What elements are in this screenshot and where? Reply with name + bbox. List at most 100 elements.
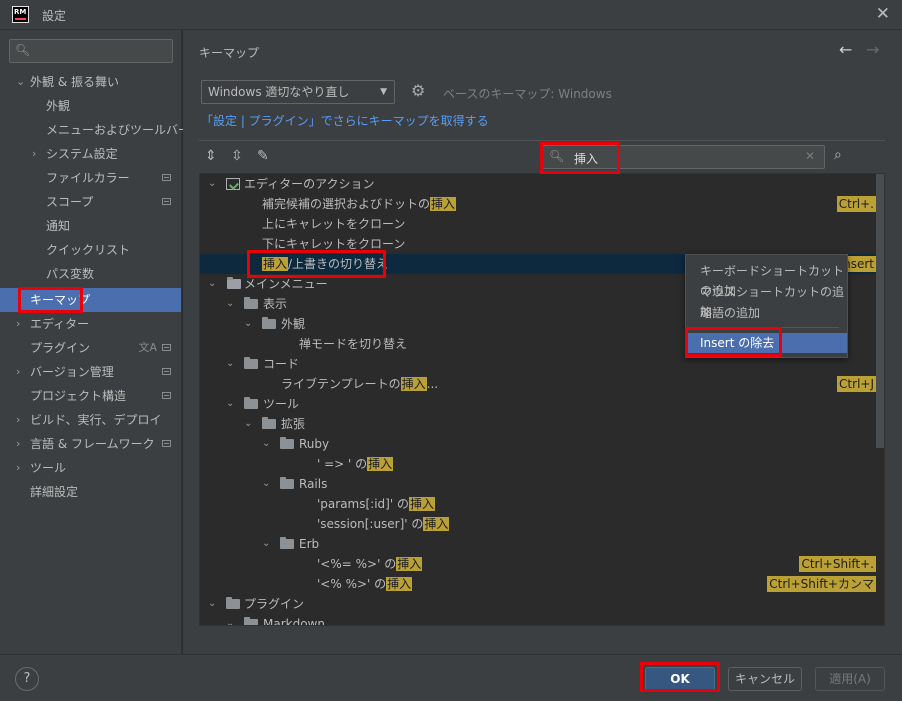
sidebar-item-advanced-settings[interactable]: 詳細設定 (0, 480, 181, 504)
sidebar-item-build-execution[interactable]: › ビルド、実行、デプロイ (0, 408, 181, 432)
search-icon: 🔍︎ (15, 43, 31, 57)
sidebar-item-tools[interactable]: › ツール (0, 456, 181, 480)
folder-icon (280, 477, 294, 489)
project-level-icon (162, 344, 171, 351)
tree-folder-row[interactable]: ⌄ Ruby (200, 434, 876, 454)
tree-folder-row[interactable]: ⌄ Markdown (200, 614, 876, 625)
sidebar-item-label: バージョン管理 (30, 365, 114, 379)
divider (199, 140, 885, 141)
sidebar-item-appearance-behavior[interactable]: ⌄ 外観 & 振る舞い (0, 70, 181, 94)
chevron-down-icon: ⌄ (16, 75, 26, 88)
search-value: 挿入 (574, 152, 599, 166)
action-search-input[interactable]: 🔍︎ 挿入 ✕ (542, 145, 825, 169)
cancel-button[interactable]: キャンセル (728, 667, 802, 691)
search-highlight: 挿入 (367, 457, 394, 471)
sidebar-item-project-structure[interactable]: プロジェクト構造 (0, 384, 181, 408)
sidebar-search-input[interactable]: 🔍︎ (9, 39, 173, 63)
gear-icon[interactable]: ⚙ (411, 81, 425, 100)
tree-action-row[interactable]: 上にキャレットをクローン (200, 214, 876, 234)
settings-sidebar: 🔍︎ ⌄ 外観 & 振る舞い 外観 メニューおよびツールバー › システム設定 … (0, 30, 190, 654)
sidebar-item-keymap[interactable]: キーマップ (0, 288, 181, 312)
sidebar-item-label: メニューおよびツールバー (46, 123, 191, 137)
sidebar-item-label: キーマップ (30, 293, 91, 307)
find-by-shortcut-icon[interactable]: ⌕ (834, 147, 842, 163)
apply-button[interactable]: 適用(A) (815, 667, 885, 691)
clear-icon[interactable]: ✕ (805, 149, 815, 163)
back-arrow-icon[interactable]: ← (839, 40, 852, 59)
ok-button[interactable]: OK (645, 667, 715, 691)
search-highlight: 挿入 (423, 517, 450, 531)
tree-folder-row[interactable]: ⌄ Erb (200, 534, 876, 554)
help-button[interactable]: ? (15, 667, 39, 691)
forward-arrow-icon[interactable]: → (866, 40, 879, 59)
tree-row-label: 外観 (281, 317, 306, 331)
sidebar-item-editor[interactable]: › エディター (0, 312, 181, 336)
action-text: '<% %>' の (317, 577, 387, 591)
action-text: 'session[:user]' の (317, 517, 424, 531)
sidebar-item-file-colors[interactable]: ファイルカラー (0, 166, 181, 190)
menu-item-add-keyboard-shortcut[interactable]: キーボードショートカットの追加 (686, 261, 847, 298)
tree-action-row[interactable]: 'session[:user]' の挿入 (200, 514, 876, 534)
tree-action-row[interactable]: '<% %>' の挿入 Ctrl+Shift+カンマ (200, 574, 876, 594)
sidebar-item-notifications[interactable]: 通知 (0, 214, 181, 238)
tree-folder-row[interactable]: ⌄ ツール (200, 394, 876, 414)
sidebar-item-system-settings[interactable]: › システム設定 (0, 142, 181, 166)
sidebar-item-appearance[interactable]: 外観 (0, 94, 181, 118)
title-bar: RM 設定 ✕ (0, 0, 902, 30)
sidebar-item-plugins[interactable]: プラグイン 文A (0, 336, 181, 360)
get-more-keymaps-link[interactable]: 「設定 | プラグイン」でさらにキーマップを取得する (201, 112, 489, 129)
tree-action-row[interactable]: ' => ' の挿入 (200, 454, 876, 474)
vertical-scrollbar[interactable] (876, 174, 884, 448)
tree-folder-row[interactable]: ⌄ プラグイン (200, 594, 876, 614)
chevron-right-icon: › (16, 365, 21, 378)
search-icon: 🔍︎ (549, 149, 565, 163)
menu-item-remove-insert[interactable]: Insert の除去 (686, 333, 847, 353)
action-text: ' => ' の (317, 457, 368, 471)
chevron-down-icon: ⌄ (262, 538, 271, 549)
tree-row-label: Erb (299, 537, 320, 551)
menu-item-add-abbreviation[interactable]: 略語の追加 (686, 303, 847, 323)
sidebar-item-label: システム設定 (46, 147, 118, 161)
chevron-down-icon: ⌄ (226, 398, 235, 409)
sidebar-item-quick-lists[interactable]: クイックリスト (0, 238, 181, 262)
sidebar-item-path-variables[interactable]: パス変数 (0, 262, 181, 286)
sidebar-item-label: 外観 & 振る舞い (30, 75, 119, 89)
collapse-all-icon[interactable]: ⇳ (231, 148, 243, 164)
project-level-icon (162, 368, 171, 375)
sidebar-item-languages-frameworks[interactable]: › 言語 & フレームワーク (0, 432, 181, 456)
project-level-icon (162, 198, 171, 205)
folder-icon (244, 297, 258, 309)
page-title: キーマップ (199, 46, 260, 60)
search-highlight: 挿入 (430, 197, 457, 211)
tree-action-row[interactable]: ライブテンプレートの挿入... Ctrl+J (200, 374, 876, 394)
menu-item-add-mouse-shortcut[interactable]: マウスショートカットの追加 (686, 282, 847, 319)
keymap-dropdown[interactable]: Windows 適切なやり直し ▼ (201, 80, 395, 104)
sidebar-item-label: ファイルカラー (46, 171, 130, 185)
chevron-down-icon: ⌄ (262, 478, 271, 489)
edit-pencil-icon[interactable]: ✎ (257, 148, 269, 164)
chevron-right-icon: › (32, 147, 37, 160)
action-text: 下にキャレットをクローン (262, 237, 406, 251)
sidebar-item-version-control[interactable]: › バージョン管理 (0, 360, 181, 384)
dialog-footer: ? OK キャンセル 適用(A) (0, 654, 902, 701)
close-icon[interactable]: ✕ (876, 5, 890, 23)
tree-folder-row[interactable]: ⌄ Rails (200, 474, 876, 494)
tree-action-row[interactable]: '<%= %>' の挿入 Ctrl+Shift+. (200, 554, 876, 574)
chevron-down-icon: ⌄ (226, 298, 235, 309)
tree-group-editor-actions[interactable]: ⌄ エディターのアクション (200, 174, 876, 194)
tree-row-label: 拡張 (281, 417, 306, 431)
shortcut-badge: Ctrl+J (837, 376, 876, 392)
sidebar-item-label: 詳細設定 (30, 485, 79, 499)
tree-action-row[interactable]: 下にキャレットをクローン (200, 234, 876, 254)
project-level-icon (162, 174, 171, 181)
tree-folder-row[interactable]: ⌄ 拡張 (200, 414, 876, 434)
expand-all-icon[interactable]: ⇕ (205, 148, 217, 164)
chevron-right-icon: › (16, 413, 21, 426)
sidebar-item-menus-toolbars[interactable]: メニューおよびツールバー (0, 118, 190, 142)
editor-actions-icon (226, 178, 240, 190)
tree-action-row[interactable]: 'params[:id]' の挿入 (200, 494, 876, 514)
project-level-icon (162, 392, 171, 399)
sidebar-item-scopes[interactable]: スコープ (0, 190, 181, 214)
chevron-down-icon: ⌄ (244, 418, 253, 429)
tree-action-row[interactable]: 補完候補の選択およびドットの挿入 Ctrl+. (200, 194, 876, 214)
